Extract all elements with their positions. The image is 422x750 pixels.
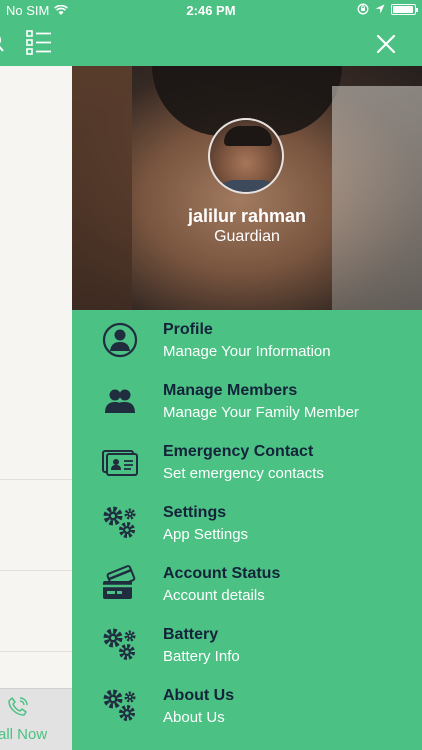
menu-item-title: Account Status [163,565,281,582]
background-divider [0,570,72,571]
avatar[interactable] [208,118,284,194]
menu-item-subtitle: App Settings [163,526,249,543]
background-app: all Now [0,22,72,750]
status-right [357,3,418,15]
gears-icon [103,506,136,538]
avatar-detail [216,180,280,192]
status-bar: No SIM 2:46 PM [0,0,422,22]
search-icon[interactable] [0,32,6,54]
menu-item-title: About Us [163,687,235,704]
background-divider [0,479,72,480]
background-divider [0,651,72,652]
menu-item-manage-members[interactable]: Manage Members Manage Your Family Member [72,371,422,432]
checklist-icon[interactable] [26,30,52,56]
location-arrow-icon [375,4,385,14]
rotation-lock-icon [357,3,369,15]
profile-cover-photo: jalilur rahman Guardian [72,66,422,310]
menu-item-title: Manage Members [163,382,298,399]
menu-item-account-status[interactable]: Account Status Account details [72,554,422,615]
menu-item-subtitle: Battery Info [163,648,240,665]
background-header [0,22,72,66]
battery-icon [391,3,418,15]
menu-item-profile[interactable]: Profile Manage Your Information [72,310,422,371]
user-role: Guardian [214,228,280,245]
phone-call-icon [8,697,28,716]
menu-item-title: Battery [163,626,219,643]
navigation-drawer: jalilur rahman Guardian Profile Manage Y… [72,22,422,750]
credit-card-icon [103,565,136,599]
menu-item-subtitle: Set emergency contacts [163,465,324,482]
call-now-button[interactable]: all Now [0,688,72,750]
menu-item-subtitle: Manage Your Family Member [163,404,359,421]
contact-card-icon [102,450,138,476]
battery-fill [393,5,413,13]
close-icon[interactable] [372,30,400,58]
menu-item-battery[interactable]: Battery Battery Info [72,615,422,676]
menu-item-settings[interactable]: Settings App Settings [72,493,422,554]
menu-item-title: Settings [163,504,227,521]
menu-item-about-us[interactable]: About Us About Us [72,676,422,737]
gears-icon [103,689,136,721]
users-icon [105,389,135,413]
gears-icon [103,628,136,660]
avatar-detail [224,126,272,146]
person-circle-icon [102,322,138,358]
menu-item-subtitle: Account details [163,587,265,604]
menu-item-emergency-contact[interactable]: Emergency Contact Set emergency contacts [72,432,422,493]
drawer-header [72,22,422,66]
user-name: jalilur rahman [187,206,307,226]
menu-item-title: Profile [163,321,213,338]
menu-item-subtitle: Manage Your Information [163,343,331,360]
menu-item-subtitle: About Us [163,709,225,726]
call-now-label: all Now [0,726,48,743]
menu-item-title: Emergency Contact [163,443,314,460]
